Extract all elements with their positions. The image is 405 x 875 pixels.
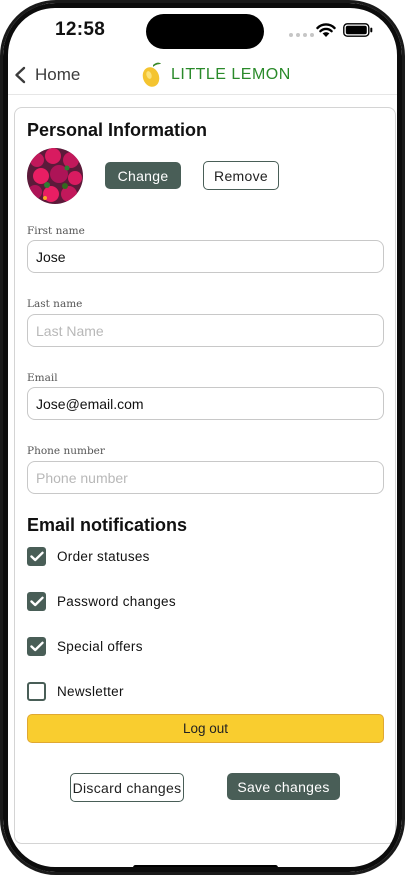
chevron-left-icon	[15, 66, 26, 84]
email-field[interactable]	[27, 387, 384, 420]
remove-avatar-button[interactable]: Remove	[203, 161, 279, 190]
back-label: Home	[35, 65, 81, 84]
signal-icon	[289, 33, 314, 37]
lemon-logo-icon	[142, 62, 161, 87]
phone-label: Phone number	[27, 445, 105, 457]
nav-bar: Home LITTLE LEMON	[3, 59, 402, 95]
checkmark-icon	[29, 641, 44, 652]
device-frame: 12:58 Home LITTLE LEMON Personal Informa…	[0, 0, 405, 875]
email-notifications-title: Email notifications	[27, 515, 188, 535]
last-name-label: Last name	[27, 298, 83, 310]
newsletter-option[interactable]: Newsletter	[27, 682, 124, 701]
save-changes-button[interactable]: Save changes	[227, 773, 340, 800]
discard-changes-button[interactable]: Discard changes	[70, 773, 184, 802]
wifi-icon	[316, 23, 336, 37]
dynamic-island	[146, 14, 264, 49]
checkmark-icon	[29, 551, 44, 562]
change-avatar-button[interactable]: Change	[105, 162, 181, 189]
special-offers-label: Special offers	[57, 639, 143, 654]
personal-info-title: Personal Information	[27, 120, 208, 140]
password-changes-checkbox[interactable]	[27, 592, 46, 611]
email-label: Email	[27, 372, 58, 384]
brand: LITTLE LEMON	[141, 61, 291, 89]
phone-field[interactable]	[27, 461, 384, 494]
newsletter-label: Newsletter	[57, 684, 124, 699]
password-changes-label: Password changes	[57, 594, 176, 609]
order-statuses-checkbox[interactable]	[27, 547, 46, 566]
first-name-field[interactable]	[27, 240, 384, 273]
password-changes-option[interactable]: Password changes	[27, 592, 176, 611]
newsletter-checkbox[interactable]	[27, 682, 46, 701]
status-bar: 12:58	[3, 3, 402, 59]
avatar	[27, 148, 83, 204]
order-statuses-label: Order statuses	[57, 549, 150, 564]
home-indicator	[133, 865, 278, 870]
profile-card: Personal Information Change Remove First…	[14, 107, 396, 844]
brand-name: LITTLE LEMON	[171, 66, 291, 83]
order-statuses-option[interactable]: Order statuses	[27, 547, 150, 566]
special-offers-checkbox[interactable]	[27, 637, 46, 656]
status-time: 12:58	[55, 19, 106, 40]
back-button[interactable]: Home	[13, 65, 80, 85]
avatar-flowers-image	[27, 148, 83, 204]
first-name-label: First name	[27, 225, 85, 237]
last-name-field[interactable]	[27, 314, 384, 347]
checkmark-icon	[29, 596, 44, 607]
logout-button[interactable]: Log out	[27, 714, 384, 743]
special-offers-option[interactable]: Special offers	[27, 637, 143, 656]
battery-icon	[343, 23, 373, 37]
